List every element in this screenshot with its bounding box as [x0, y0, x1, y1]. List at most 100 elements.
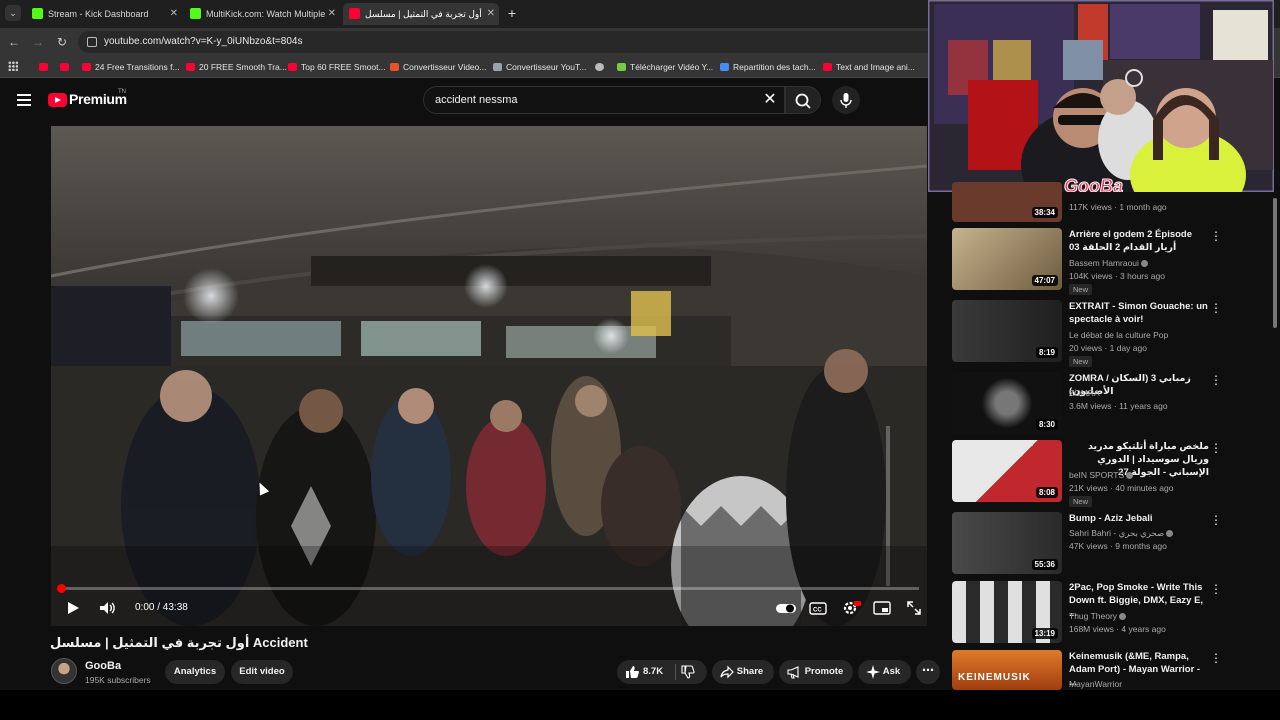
channel-name[interactable]: Le débat de la culture Pop [1069, 330, 1168, 340]
miniplayer-button[interactable] [873, 598, 891, 618]
more-options-icon[interactable]: ⋮ [1210, 583, 1222, 597]
subtitles-button[interactable]: CC [809, 598, 827, 618]
share-button[interactable]: Share [712, 660, 774, 684]
video-thumbnail[interactable]: KEINEMUSIK [952, 650, 1062, 690]
browser-tab-0[interactable]: Stream - Kick Dashboard ✕ [26, 3, 182, 25]
recommendation-item[interactable]: KEINEMUSIK Keinemusik (&ME, Rampa, Adam … [952, 650, 1272, 690]
new-tab-button[interactable]: + [504, 3, 520, 23]
scrubber-handle[interactable] [57, 584, 66, 593]
fullscreen-button[interactable] [905, 598, 923, 618]
video-thumbnail[interactable]: 8:30 [952, 372, 1062, 434]
ask-button[interactable]: Ask [858, 660, 911, 684]
autoplay-toggle[interactable] [775, 598, 797, 618]
recommendation-item[interactable]: 8:30 ZOMRA / زمبابي 3 (السكان الأصليون) … [952, 372, 1272, 436]
search-button[interactable] [785, 86, 821, 114]
channel-name[interactable]: ZOMRA [1069, 388, 1100, 398]
bookmark-item[interactable]: Convertisseur Video... [389, 56, 486, 78]
close-icon[interactable]: ✕ [487, 3, 495, 25]
video-title: أول تجربة في التمثيل | مسلسل Accident [50, 635, 308, 650]
forms-icon [720, 63, 729, 71]
bookmark-item[interactable]: Repartition des tach... [719, 56, 816, 78]
play-icon [68, 602, 79, 614]
bookmark-item[interactable]: Text and Image ani... [822, 56, 915, 78]
bookmark-item[interactable]: 20 FREE Smooth Tra... [185, 56, 287, 78]
edit-video-button[interactable]: Edit video [231, 660, 293, 684]
browser-tab-1[interactable]: MultiKick.com: Watch Multiple ✕ [184, 3, 340, 25]
youtube-logo-icon[interactable] [48, 93, 67, 107]
more-options-icon[interactable]: ⋮ [1210, 652, 1222, 666]
more-options-icon[interactable]: ⋮ [1210, 514, 1222, 528]
bookmark-item[interactable]: Convertisseur YouT... [492, 56, 586, 78]
video-thumbnail[interactable]: 13:19 [952, 581, 1062, 643]
apps-grid-icon[interactable] [8, 61, 18, 71]
svg-text:CC: CC [813, 608, 822, 614]
recommendation-item[interactable]: 38:34 117K views · 1 month ago [952, 182, 1272, 222]
menu-icon[interactable] [17, 94, 31, 106]
clear-search-icon[interactable]: ✕ [760, 90, 780, 110]
more-options-icon[interactable]: ⋮ [1210, 442, 1222, 456]
video-title[interactable]: EXTRAIT - Simon Gouache: un spectacle à … [1069, 300, 1209, 326]
bookmark-item[interactable] [59, 56, 73, 78]
recommendation-item[interactable]: 8:19 EXTRAIT - Simon Gouache: un spectac… [952, 300, 1272, 367]
channel-name[interactable]: Thug Theory [1069, 611, 1127, 621]
recommendation-item[interactable]: 55:36 Bump - Aziz Jebali Sahri Bahri - ص… [952, 512, 1272, 576]
video-player[interactable]: 0:00 / 43:38 CC [51, 126, 927, 626]
youtube-icon [288, 63, 297, 71]
bookmark-item[interactable]: 24 Free Transitions f... [81, 56, 180, 78]
close-icon[interactable]: ✕ [328, 3, 336, 25]
video-thumbnail[interactable]: 55:36 [952, 512, 1062, 574]
channel-name[interactable]: Bassem Hamraoui [1069, 258, 1148, 268]
channel-name[interactable]: Sahri Bahri - صحري بحري [1069, 528, 1174, 539]
video-frame [51, 126, 927, 626]
share-icon [720, 665, 734, 679]
volume-button[interactable] [97, 598, 117, 618]
more-options-icon[interactable]: ⋮ [1210, 302, 1222, 316]
recommendation-item[interactable]: 13:19 2Pac, Pop Smoke - Write This Down … [952, 581, 1272, 645]
recommendation-item[interactable]: 47:07 Arrière el godem 2 Épisode أريار ا… [952, 228, 1272, 295]
view-meta: 21K views · 40 minutes ago [1069, 483, 1174, 493]
view-meta: 20 views · 1 day ago [1069, 343, 1147, 353]
video-thumbnail[interactable]: 47:07 [952, 228, 1062, 290]
taskbar-strip [0, 690, 1280, 720]
scrollbar[interactable] [1272, 192, 1278, 688]
voice-search-button[interactable] [832, 86, 860, 114]
search-input[interactable]: accident nessma [423, 86, 785, 114]
bookmark-item[interactable]: Télécharger Vidéo Y... [616, 56, 713, 78]
channel-name[interactable]: GooBa [85, 660, 121, 672]
tab-search-button[interactable]: ⌄ [5, 5, 21, 21]
video-thumbnail[interactable]: 8:08 [952, 440, 1062, 502]
more-options-icon[interactable]: ⋮ [1210, 230, 1222, 244]
dislike-button[interactable] [681, 665, 695, 679]
video-thumbnail[interactable]: 8:19 [952, 300, 1062, 362]
site-info-icon[interactable] [87, 37, 97, 47]
scrollbar-thumb[interactable] [1273, 198, 1277, 328]
url-field[interactable]: youtube.com/watch?v=K-y_0iUNbzo&t=804s [78, 31, 938, 53]
play-button[interactable] [63, 598, 83, 618]
avatar[interactable] [51, 658, 77, 684]
reload-icon[interactable]: ↻ [54, 34, 70, 50]
recommendation-item[interactable]: 8:08 ملخص مباراة أتلتيكو مدريد وريال سوس… [952, 440, 1272, 507]
video-title[interactable]: Arrière el godem 2 Épisode أريار القدام … [1069, 228, 1207, 254]
youtube-icon [823, 63, 832, 71]
video-thumbnail[interactable]: 38:34 [952, 182, 1062, 222]
browser-tab-2-active[interactable]: أول تجربة في التمثيل | مسلسل ✕ [343, 3, 499, 25]
promote-button[interactable]: Promote [779, 660, 853, 684]
new-badge: New [1069, 356, 1093, 367]
progress-bar[interactable] [57, 584, 919, 593]
more-actions-button[interactable]: ⋯ [916, 660, 940, 684]
back-arrow-icon[interactable]: ← [6, 34, 22, 50]
bookmark-item[interactable]: Top 60 FREE Smoot... [287, 56, 386, 78]
more-options-icon[interactable]: ⋮ [1210, 374, 1222, 388]
analytics-button[interactable]: Analytics [165, 660, 225, 684]
bookmark-item[interactable] [38, 56, 52, 78]
time-display: 0:00 / 43:38 [135, 602, 188, 613]
channel-name[interactable]: MayanWarrior [1069, 679, 1122, 689]
bookmark-item[interactable] [594, 56, 608, 78]
webcam-overlay: GooBa [928, 0, 1274, 192]
promote-label: Promote [804, 666, 844, 677]
channel-name[interactable]: beIN SPORTS [1069, 470, 1134, 480]
video-title[interactable]: Bump - Aziz Jebali [1069, 512, 1209, 525]
settings-button[interactable] [841, 598, 861, 618]
close-icon[interactable]: ✕ [170, 3, 178, 25]
forward-arrow-icon[interactable]: → [30, 34, 46, 50]
